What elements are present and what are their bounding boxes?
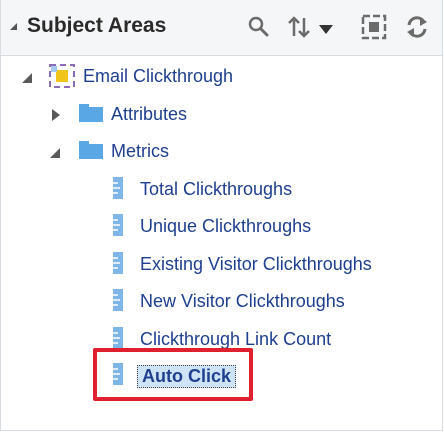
select-columns-icon[interactable]: [361, 14, 387, 45]
refresh-icon[interactable]: [404, 14, 430, 45]
tree-node-metrics-folder[interactable]: Metrics: [1, 136, 442, 166]
tree-node-label: Unique Clickthroughs: [140, 216, 312, 236]
measure-column-icon: [112, 288, 124, 317]
expanded-triangle-icon[interactable]: [49, 146, 61, 164]
chevron-down-icon[interactable]: [319, 22, 333, 40]
search-icon[interactable]: [246, 14, 272, 45]
tree-node-email-clickthrough[interactable]: Email Clickthrough: [1, 61, 442, 91]
panel-header: Subject Areas: [1, 0, 442, 56]
folder-icon: [79, 141, 103, 164]
measure-column-icon: [112, 213, 124, 242]
tree-node-metric[interactable]: Unique Clickthroughs: [1, 211, 442, 241]
measure-column-icon: [112, 251, 124, 280]
collapsed-triangle-icon[interactable]: [51, 108, 61, 127]
collapse-panel-icon[interactable]: [10, 23, 17, 30]
folder-icon: [79, 104, 103, 127]
expanded-triangle-icon[interactable]: [21, 71, 33, 89]
subject-areas-panel: Subject Areas Email Clickthrough Attribu…: [0, 0, 443, 431]
tree-node-metric[interactable]: Total Clickthroughs: [1, 174, 442, 204]
sort-icon[interactable]: [287, 14, 313, 45]
measure-column-icon: [112, 176, 124, 205]
tree-node-label: Total Clickthroughs: [140, 179, 293, 199]
tree-node-attributes-folder[interactable]: Attributes: [1, 99, 442, 129]
tree-node-label: Email Clickthrough: [83, 66, 234, 86]
tree-node-label: Metrics: [111, 141, 169, 161]
tree-node-label: Attributes: [111, 104, 188, 124]
tree-node-metric[interactable]: Existing Visitor Clickthroughs: [1, 249, 442, 279]
panel-title: Subject Areas: [27, 14, 167, 37]
subject-area-icon: [49, 64, 75, 93]
tree-node-metric[interactable]: New Visitor Clickthroughs: [1, 286, 442, 316]
annotation-highlight-box: [93, 348, 253, 401]
tree-node-label: Existing Visitor Clickthroughs: [140, 254, 372, 274]
tree-node-label: New Visitor Clickthroughs: [140, 291, 345, 311]
tree-node-label: Clickthrough Link Count: [140, 329, 332, 349]
